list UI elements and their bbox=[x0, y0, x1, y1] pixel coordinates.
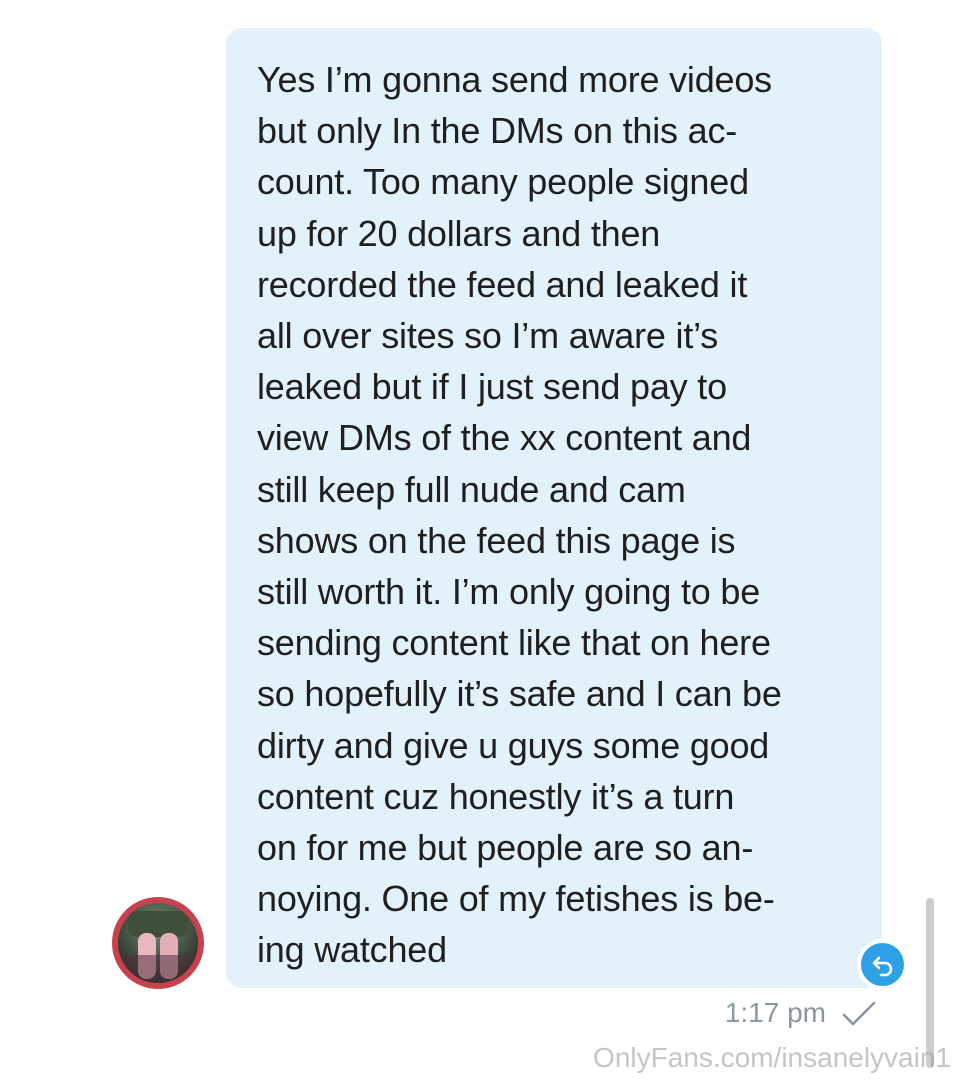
message-line: noying. One of my fetishes is be- bbox=[257, 878, 775, 920]
message-line: still worth it. I’m only going to be bbox=[257, 571, 761, 613]
message-line: leaked but if I just send pay to bbox=[257, 366, 727, 408]
sender-avatar[interactable] bbox=[112, 897, 204, 989]
watermark: OnlyFans.com/insanelyvain1 bbox=[593, 1042, 951, 1073]
checkmark-icon bbox=[842, 1001, 876, 1026]
message-line: Yes I’m gonna send more videos bbox=[257, 59, 772, 100]
message-line: content cuz honestly it’s a turn bbox=[257, 775, 735, 817]
message-bubble: Yes I’m gonna send more videos but only … bbox=[226, 28, 882, 988]
message-line: count. Too many people signed bbox=[257, 161, 749, 203]
message-line: shows on the feed this page is bbox=[257, 519, 736, 561]
message-line: recorded the feed and leaked it bbox=[257, 263, 748, 305]
message-line: up for 20 dollars and then bbox=[257, 212, 661, 254]
reply-button[interactable] bbox=[857, 939, 908, 990]
message-time: 1:17 pm bbox=[724, 997, 826, 1028]
reply-icon bbox=[872, 956, 893, 977]
message-line: on for me but people are so an- bbox=[257, 827, 754, 869]
message-line: still keep full nude and cam bbox=[257, 468, 686, 510]
message-line: so hopefully it’s safe and I can be bbox=[257, 673, 782, 715]
message-line: ing watched bbox=[257, 929, 447, 971]
message-line: dirty and give u guys some good bbox=[257, 724, 770, 766]
message-meta: 1:17 pm bbox=[700, 995, 880, 1031]
message-line: sending content like that on here bbox=[257, 622, 771, 664]
message-line: view DMs of the xx content and bbox=[257, 417, 752, 459]
avatar-image bbox=[118, 903, 198, 983]
message-line: but only In the DMs on this ac- bbox=[257, 110, 738, 152]
message-line: all over sites so I’m aware it’s bbox=[257, 315, 719, 357]
